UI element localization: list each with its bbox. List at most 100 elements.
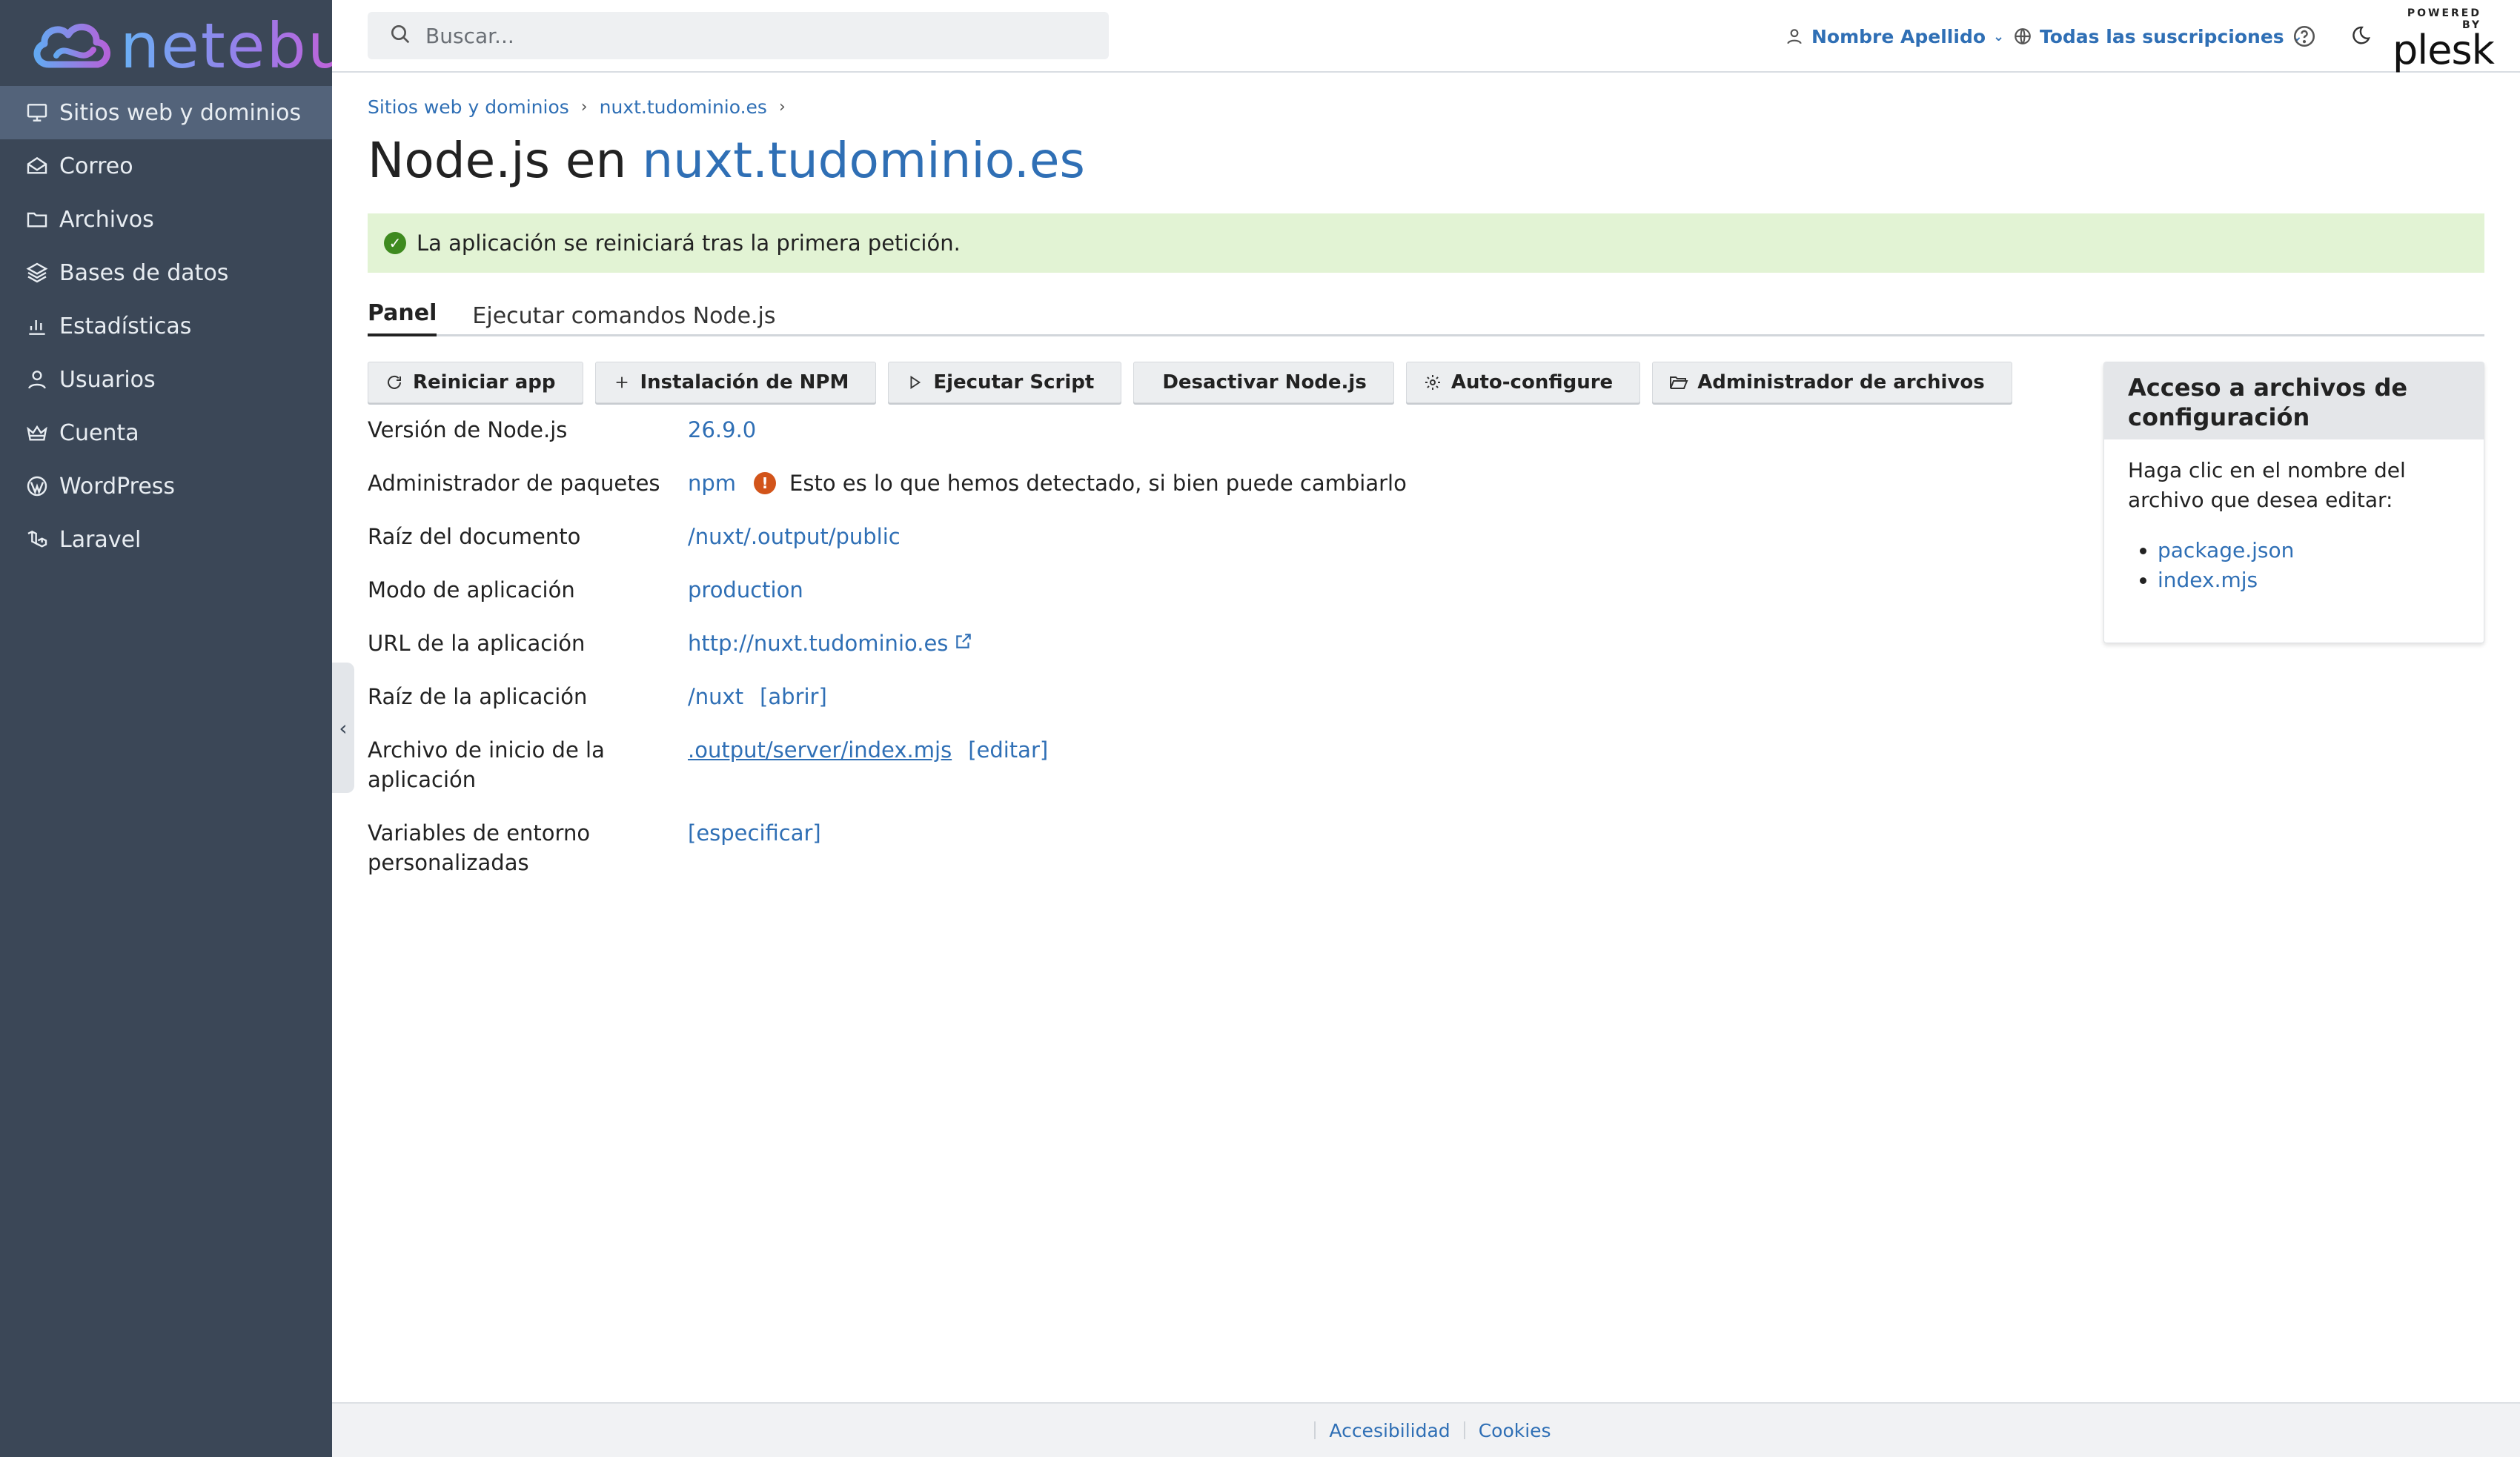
sidebar-item-label: Correo xyxy=(59,153,133,179)
user-icon xyxy=(24,366,50,393)
run-script-label: Ejecutar Script xyxy=(933,371,1095,394)
search-box[interactable] xyxy=(368,12,1109,59)
sidebar-item-files[interactable]: Archivos xyxy=(0,193,332,246)
alert-message: La aplicación se reiniciará tras la prim… xyxy=(417,230,961,256)
chevron-right-icon: › xyxy=(580,98,588,116)
sidebar-item-label: Estadísticas xyxy=(59,313,192,339)
package-manager-note: Esto es lo que hemos detectado, si bien … xyxy=(789,471,1407,496)
edit-startup-file-link[interactable]: [editar] xyxy=(968,735,1048,765)
user-icon xyxy=(1787,29,1802,44)
file-link-package-json[interactable]: package.json xyxy=(2158,538,2294,562)
brand-logo[interactable]: netebu xyxy=(27,10,347,82)
panel-description: Haga clic en el nombre del archivo que d… xyxy=(2128,458,2406,512)
file-manager-button[interactable]: Administrador de archivos xyxy=(1652,362,2012,403)
property-row: Administrador de paquetes npm ! Esto es … xyxy=(368,468,1479,522)
breadcrumb-link-websites[interactable]: Sitios web y dominios xyxy=(368,96,569,118)
property-label: Modo de aplicación xyxy=(368,577,575,603)
sidebar-item-account[interactable]: Cuenta xyxy=(0,406,332,459)
tabs: Panel Ejecutar comandos Node.js xyxy=(368,295,2484,336)
crown-icon xyxy=(24,419,50,446)
success-alert: ✓ La aplicación se reiniciará tras la pr… xyxy=(368,213,2484,273)
property-label: Versión de Node.js xyxy=(368,417,568,442)
moon-icon xyxy=(2352,26,2370,44)
config-file-list: package.json index.mjs xyxy=(2128,536,2460,595)
sidebar-item-users[interactable]: Usuarios xyxy=(0,353,332,406)
run-script-button[interactable]: Ejecutar Script xyxy=(888,362,1122,403)
app-mode-link[interactable]: production xyxy=(688,575,803,605)
plesk-logo: POWERED BY plesk xyxy=(2393,7,2495,70)
chevron-right-icon: › xyxy=(778,98,786,116)
package-manager-link[interactable]: npm xyxy=(688,468,736,498)
disable-nodejs-button[interactable]: Desactivar Node.js xyxy=(1133,362,1394,403)
user-menu[interactable]: Nombre Apellido ⌄ xyxy=(1785,0,2004,73)
sidebar-item-mail[interactable]: Correo xyxy=(0,139,332,193)
sidebar-nav: Sitios web y dominios Correo Archivos Ba… xyxy=(0,86,332,566)
sidebar-item-wordpress[interactable]: WordPress xyxy=(0,459,332,513)
subscriptions-label: Todas las suscripciones xyxy=(2040,25,2284,47)
property-label: Raíz de la aplicación xyxy=(368,684,588,709)
property-label: Archivo de inicio de la aplicación xyxy=(368,737,605,792)
sidebar-item-laravel[interactable]: Laravel xyxy=(0,513,332,566)
property-row: URL de la aplicación http://nuxt.tudomin… xyxy=(368,628,1479,682)
database-icon xyxy=(24,259,50,286)
laravel-icon xyxy=(24,526,50,553)
globe-icon xyxy=(2015,28,2031,44)
page-title: Node.js en nuxt.tudominio.es xyxy=(368,132,1085,189)
breadcrumb: Sitios web y dominios › nuxt.tudominio.e… xyxy=(368,96,798,118)
tab-panel[interactable]: Panel xyxy=(368,295,437,336)
divider xyxy=(1463,1421,1465,1439)
gear-icon xyxy=(1423,373,1442,392)
toolbar: Reiniciar app Instalación de NPM Ejecuta… xyxy=(368,362,2024,403)
file-manager-label: Administrador de archivos xyxy=(1697,371,1985,394)
page-title-domain-link[interactable]: nuxt.tudominio.es xyxy=(642,132,1085,189)
wordpress-icon xyxy=(24,473,50,500)
footer: Accesibilidad Cookies xyxy=(332,1402,2520,1457)
document-root-link[interactable]: /nuxt/.output/public xyxy=(688,522,901,551)
cookies-link[interactable]: Cookies xyxy=(1479,1420,1551,1441)
page-title-prefix: Node.js en xyxy=(368,132,627,189)
subscriptions-menu[interactable]: Todas las suscripciones ⌄ xyxy=(2013,0,2303,73)
main-content: Sitios web y dominios › nuxt.tudominio.e… xyxy=(332,73,2520,1402)
property-row: Raíz del documento /nuxt/.output/public xyxy=(368,522,1479,575)
refresh-icon xyxy=(385,373,404,392)
app-url-link[interactable]: http://nuxt.tudominio.es xyxy=(688,628,948,658)
accessibility-link[interactable]: Accesibilidad xyxy=(1329,1420,1450,1441)
mail-icon xyxy=(24,153,50,179)
bar-chart-icon xyxy=(24,313,50,339)
sidebar-item-statistics[interactable]: Estadísticas xyxy=(0,299,332,353)
sidebar-item-databases[interactable]: Bases de datos xyxy=(0,246,332,299)
dark-mode-toggle[interactable] xyxy=(2348,0,2372,73)
sidebar-item-label: WordPress xyxy=(59,473,176,500)
property-label: Variables de entorno personalizadas xyxy=(368,820,591,875)
plus-icon xyxy=(612,373,631,392)
breadcrumb-link-domain[interactable]: nuxt.tudominio.es xyxy=(600,96,767,118)
sidebar-item-label: Cuenta xyxy=(59,419,139,446)
help-button[interactable] xyxy=(2292,0,2317,73)
search-input[interactable] xyxy=(425,23,1092,48)
top-bar: Nombre Apellido ⌄ Todas las suscripcione… xyxy=(332,0,2520,73)
node-version-link[interactable]: 26.9.0 xyxy=(688,415,756,445)
open-app-root-link[interactable]: [abrir] xyxy=(760,682,827,711)
plesk-wordmark: plesk xyxy=(2393,27,2495,73)
property-row: Raíz de la aplicación /nuxt [abrir] xyxy=(368,682,1479,735)
file-link-index-mjs[interactable]: index.mjs xyxy=(2158,568,2258,592)
sidebar: netebu Sitios web y dominios Correo Arch… xyxy=(0,0,347,1457)
npm-install-button[interactable]: Instalación de NPM xyxy=(594,362,877,403)
sidebar-item-websites[interactable]: Sitios web y dominios xyxy=(0,86,332,139)
config-files-panel: Acceso a archivos de configuración Haga … xyxy=(2103,362,2484,643)
external-link-icon[interactable] xyxy=(954,628,973,658)
disable-nodejs-label: Desactivar Node.js xyxy=(1162,371,1367,394)
help-icon xyxy=(2293,25,2315,47)
restart-app-button[interactable]: Reiniciar app xyxy=(368,362,583,403)
tab-run-commands[interactable]: Ejecutar comandos Node.js xyxy=(472,295,775,336)
cloud-logo-icon xyxy=(33,24,110,68)
chevron-down-icon: ⌄ xyxy=(1993,28,2005,44)
startup-file-link[interactable]: .output/server/index.mjs xyxy=(688,735,952,765)
check-circle-icon: ✓ xyxy=(384,232,406,254)
play-icon xyxy=(905,373,924,392)
auto-configure-button[interactable]: Auto-configure xyxy=(1405,362,1641,403)
specify-env-vars-link[interactable]: [especificar] xyxy=(688,818,821,848)
sidebar-item-label: Archivos xyxy=(59,206,154,233)
list-item: package.json xyxy=(2158,536,2460,565)
app-root-link[interactable]: /nuxt xyxy=(688,682,743,711)
